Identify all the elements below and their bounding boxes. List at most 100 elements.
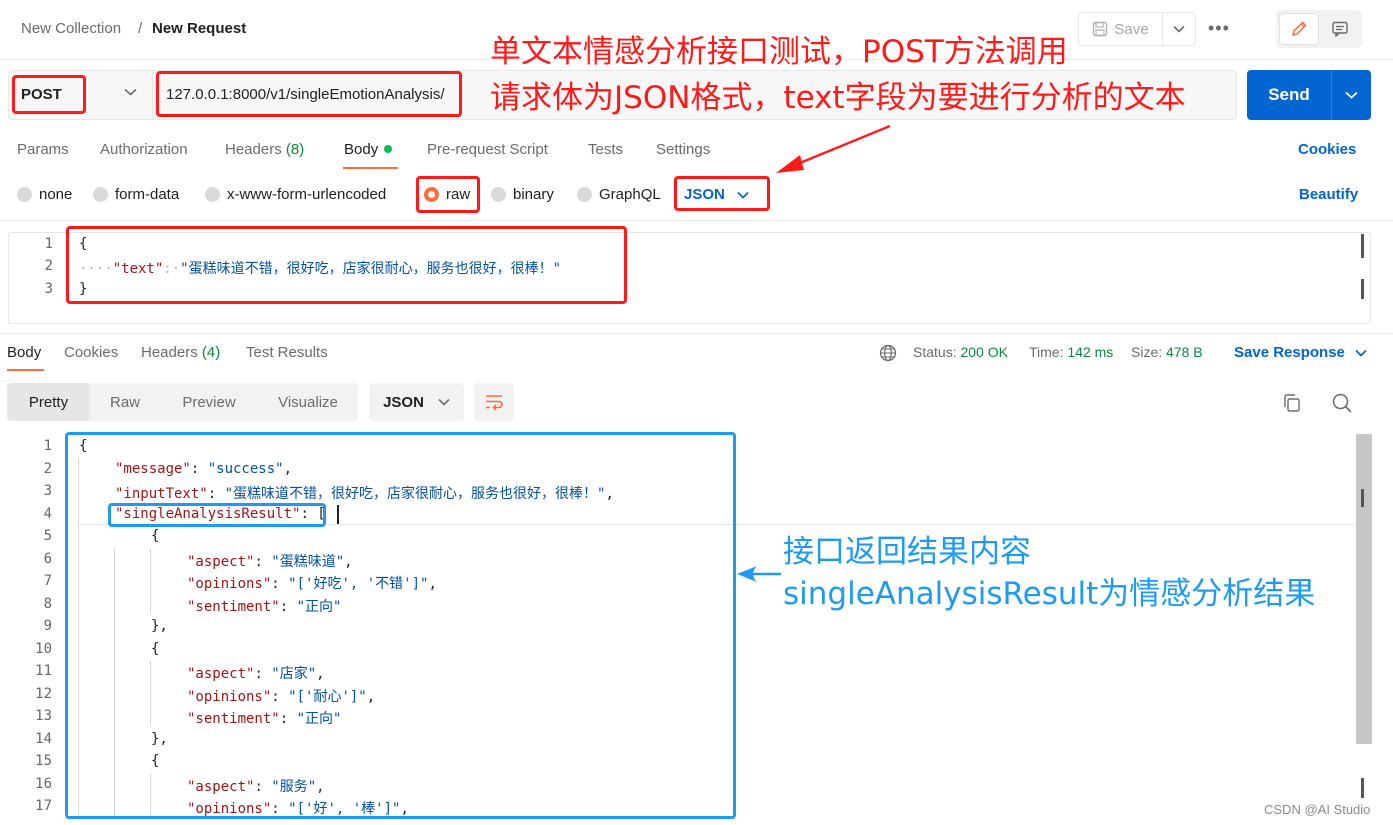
response-tab-test-results[interactable]: Test Results	[246, 344, 328, 361]
chevron-down-icon	[1173, 25, 1185, 33]
radio-none-label: none	[39, 186, 73, 203]
more-actions-icon[interactable]: •••	[1208, 18, 1230, 39]
save-response-label: Save Response	[1234, 344, 1345, 361]
save-options-button[interactable]	[1163, 25, 1195, 33]
radio-circle	[93, 187, 108, 202]
line-number: 14	[35, 730, 52, 747]
response-status: Status: 200 OK	[913, 344, 1008, 360]
tab-settings[interactable]: Settings	[656, 141, 710, 158]
watermark: CSDN @AI Studio	[1264, 802, 1371, 817]
line-number: 9	[43, 618, 52, 634]
view-raw[interactable]: Raw	[90, 383, 160, 421]
tab-params[interactable]: Params	[17, 141, 69, 158]
view-pretty[interactable]: Pretty	[7, 383, 90, 421]
response-scroll-marker	[1361, 778, 1364, 798]
radio-form-data-label: form-data	[115, 186, 180, 203]
tab-authorization[interactable]: Authorization	[100, 141, 188, 158]
line-number: 1	[44, 236, 53, 252]
send-label: Send	[1247, 70, 1332, 120]
save-label: Save	[1114, 20, 1149, 38]
radio-graphql-label: GraphQL	[599, 186, 661, 203]
body-type-divider	[0, 220, 1393, 221]
line-number: 4	[43, 505, 52, 522]
line-number: 3	[43, 483, 52, 499]
response-divider	[0, 333, 1393, 334]
line-number: 6	[43, 550, 52, 567]
response-scrollbar[interactable]	[1356, 434, 1372, 744]
radio-urlencoded[interactable]: x-www-form-urlencoded	[205, 186, 386, 203]
line-number: 2	[43, 460, 52, 477]
copy-icon[interactable]	[1282, 393, 1302, 413]
request-name[interactable]: New Request	[152, 20, 246, 37]
response-tab-cookies[interactable]: Cookies	[64, 344, 118, 361]
annotation-text-red-1: 单文本情感分析接口测试，POST方法调用	[490, 34, 1068, 70]
cookies-link[interactable]: Cookies	[1298, 141, 1356, 158]
response-format-select[interactable]: JSON	[369, 383, 464, 421]
response-scroll-marker	[1361, 489, 1364, 507]
wrap-lines-button[interactable]	[474, 383, 514, 421]
save-icon	[1093, 21, 1108, 37]
send-button[interactable]: Send	[1247, 70, 1371, 120]
radio-form-data[interactable]: form-data	[93, 186, 179, 203]
annotation-box-raw	[416, 176, 480, 213]
line-number: 8	[43, 595, 52, 612]
tab-body[interactable]: Body	[344, 141, 393, 158]
editor-scroll-marker[interactable]	[1361, 279, 1364, 299]
response-tab-underline	[7, 369, 44, 371]
globe-icon[interactable]	[879, 344, 897, 362]
chevron-down-icon	[1345, 91, 1358, 99]
radio-binary[interactable]: binary	[491, 186, 554, 203]
annotation-arrow-red	[776, 124, 891, 173]
line-number: 1	[43, 438, 52, 454]
time-label: Time:	[1029, 344, 1064, 360]
response-size: Size: 478 B	[1131, 344, 1203, 360]
line-number: 16	[35, 775, 52, 792]
tab-headers[interactable]: Headers (8)	[225, 141, 304, 158]
radio-none[interactable]: none	[17, 186, 72, 203]
chevron-down-icon	[124, 88, 137, 96]
line-number: 2	[44, 258, 53, 274]
annotation-box-response	[65, 432, 736, 819]
line-number: 3	[44, 281, 53, 297]
tab-headers-label: Headers	[225, 141, 282, 158]
annotation-box-method	[12, 75, 86, 114]
time-value: 142 ms	[1067, 344, 1114, 360]
save-response-button[interactable]: Save Response	[1234, 344, 1367, 361]
tab-pre-request-script[interactable]: Pre-request Script	[427, 141, 548, 158]
radio-circle	[205, 187, 220, 202]
search-icon[interactable]	[1331, 392, 1353, 414]
annotation-arrow-blue	[737, 566, 781, 582]
status-label: Status:	[913, 344, 957, 360]
save-button[interactable]: Save	[1078, 12, 1196, 46]
line-number: 10	[35, 640, 52, 657]
line-number: 15	[35, 753, 52, 769]
line-number: 13	[35, 708, 52, 724]
annotation-box-url	[156, 71, 462, 117]
breadcrumb-collection[interactable]: New Collection	[21, 20, 121, 37]
radio-urlencoded-label: x-www-form-urlencoded	[227, 186, 387, 203]
view-visualize[interactable]: Visualize	[258, 383, 358, 421]
line-number: 11	[35, 663, 52, 679]
response-time: Time: 142 ms	[1029, 344, 1113, 360]
pencil-icon	[1291, 21, 1307, 37]
response-tab-body[interactable]: Body	[7, 344, 41, 361]
beautify-link[interactable]: Beautify	[1299, 186, 1358, 203]
tab-body-underline	[343, 167, 398, 169]
send-options-button[interactable]	[1332, 70, 1371, 120]
status-value: 200 OK	[960, 344, 1008, 360]
annotation-text-red-2: 请求体为JSON格式，text字段为要进行分析的文本	[490, 80, 1186, 116]
line-number: 12	[35, 685, 52, 702]
radio-graphql[interactable]: GraphQL	[577, 186, 661, 203]
response-tab-headers-count: (4)	[201, 344, 221, 361]
edit-mode-button[interactable]	[1279, 13, 1319, 45]
editor-scroll-marker[interactable]	[1361, 234, 1364, 258]
radio-circle	[17, 187, 32, 202]
wrap-lines-icon	[486, 395, 503, 411]
tab-body-label: Body	[344, 141, 379, 158]
tab-tests[interactable]: Tests	[588, 141, 623, 158]
chevron-down-icon	[438, 398, 450, 406]
tab-headers-count: (8)	[285, 141, 305, 158]
view-preview[interactable]: Preview	[160, 383, 258, 421]
response-tab-headers[interactable]: Headers (4)	[141, 344, 220, 361]
comments-button[interactable]	[1321, 13, 1359, 45]
